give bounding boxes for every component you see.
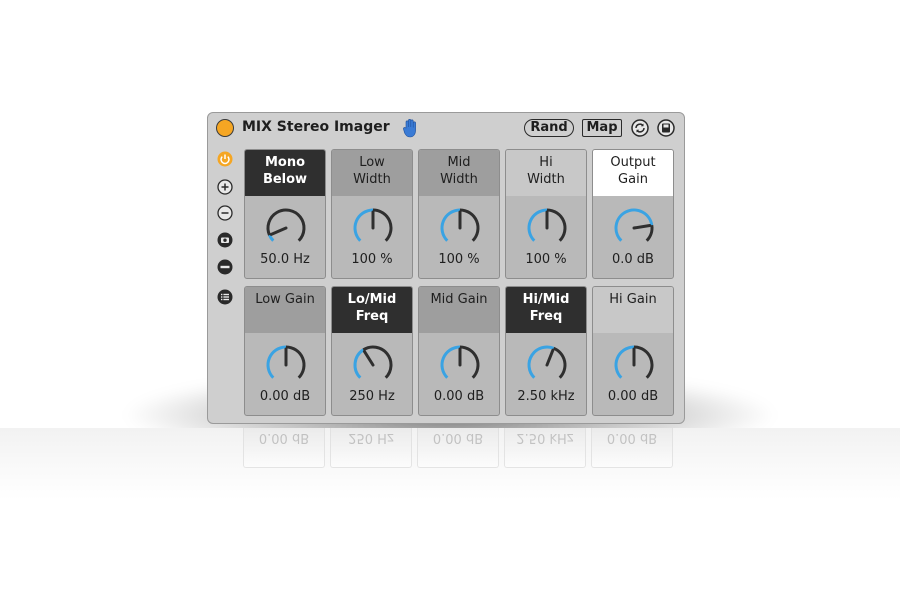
panel-value[interactable]: 0.00 dB	[593, 389, 673, 404]
knob-value-arc	[614, 345, 635, 379]
mono-below-knob[interactable]	[263, 205, 309, 251]
panel-title: Hi Gain	[593, 287, 673, 333]
knob-remainder-arc	[362, 345, 393, 379]
hand-icon[interactable]	[402, 118, 420, 138]
plus-icon[interactable]	[217, 179, 233, 195]
knob-remainder-arc	[633, 345, 654, 379]
hi-mid-freq-control: Hi/Mid Freq 2.50 kHz	[505, 286, 587, 416]
knob-pointer	[632, 223, 652, 230]
knob-remainder-arc	[372, 208, 393, 242]
hi-width-knob[interactable]	[524, 205, 570, 251]
reflection-panel: 0.00 dB	[243, 428, 325, 468]
list-icon[interactable]	[217, 289, 233, 305]
reflection-text: 0.00 dB	[258, 430, 310, 445]
panel-value[interactable]: 0.00 dB	[419, 389, 499, 404]
panel-value[interactable]: 250 Hz	[332, 389, 412, 404]
panel-value[interactable]: 2.50 kHz	[506, 389, 586, 404]
panel-value[interactable]: 100 %	[332, 252, 412, 267]
knob-remainder-arc	[459, 345, 480, 379]
device-title-bar: MIX Stereo Imager Rand Map	[208, 113, 684, 143]
hi-gain-knob[interactable]	[611, 342, 657, 388]
save-icon[interactable]	[657, 119, 675, 137]
reflection-text: 0.00 dB	[606, 430, 658, 445]
reflection-panel: 0.00 dB	[591, 428, 673, 468]
lo-mid-freq-control: Lo/Mid Freq 250 Hz	[331, 286, 413, 416]
output-gain-knob[interactable]	[611, 205, 657, 251]
knob-remainder-arc	[285, 345, 306, 379]
knob-value-arc	[268, 234, 275, 242]
panel-title: Output Gain	[593, 150, 673, 196]
output-gain-control: Output Gain 0.0 dB	[592, 149, 674, 279]
knob-value-arc	[266, 345, 287, 379]
hi-gain-control: Hi Gain 0.00 dB	[592, 286, 674, 416]
panel-title: Low Gain	[245, 287, 325, 333]
knob-value-arc	[440, 345, 461, 379]
device-title: MIX Stereo Imager	[242, 119, 390, 135]
device-power-button[interactable]	[216, 119, 234, 137]
panel-value[interactable]: 0.0 dB	[593, 252, 673, 267]
rand-button[interactable]: Rand	[524, 119, 574, 137]
stereo-imager-device: MIX Stereo Imager Rand Map Mono Below 50…	[207, 112, 685, 424]
mid-width-control: Mid Width 100 %	[418, 149, 500, 279]
reflection-text: 0.00 dB	[432, 430, 484, 445]
knob-remainder-arc	[266, 208, 306, 242]
power-icon[interactable]	[217, 151, 233, 167]
knob-remainder-arc	[459, 208, 480, 242]
reflection-text: 250 Hz	[348, 430, 394, 445]
knob-pointer	[269, 226, 288, 236]
low-width-knob[interactable]	[350, 205, 396, 251]
hi-width-control: Hi Width 100 %	[505, 149, 587, 279]
knob-pointer	[362, 349, 375, 367]
mono-below-control: Mono Below 50.0 Hz	[244, 149, 326, 279]
low-gain-knob[interactable]	[263, 342, 309, 388]
panel-title: Hi Width	[506, 150, 586, 196]
knob-value-arc	[527, 345, 555, 379]
stage: MIX Stereo Imager Rand Map Mono Below 50…	[0, 0, 900, 600]
knob-remainder-arc	[552, 346, 567, 379]
knob-remainder-arc	[546, 208, 567, 242]
panel-title: Mono Below	[245, 150, 325, 196]
knob-pointer	[545, 348, 555, 367]
knob-value-arc	[440, 208, 461, 242]
knob-remainder-arc	[645, 224, 654, 242]
knob-value-arc	[353, 208, 374, 242]
low-width-control: Low Width 100 %	[331, 149, 413, 279]
collapse-icon[interactable]	[217, 259, 233, 275]
hi-mid-freq-knob[interactable]	[524, 342, 570, 388]
minus-icon[interactable]	[217, 205, 233, 221]
panel-title: Low Width	[332, 150, 412, 196]
panel-title: Mid Width	[419, 150, 499, 196]
reflection-text: 2.50 kHz	[516, 430, 574, 445]
reflection-panel: 0.00 dB	[417, 428, 499, 468]
lo-mid-freq-knob[interactable]	[350, 342, 396, 388]
knob-value-arc	[527, 208, 548, 242]
panel-value[interactable]: 0.00 dB	[245, 389, 325, 404]
mid-width-knob[interactable]	[437, 205, 483, 251]
knob-value-arc	[353, 348, 365, 379]
panel-title: Hi/Mid Freq	[506, 287, 586, 333]
snapshot-icon[interactable]	[217, 232, 233, 248]
refresh-icon[interactable]	[631, 119, 649, 137]
panel-value[interactable]: 100 %	[506, 252, 586, 267]
mid-gain-knob[interactable]	[437, 342, 483, 388]
reflection-panel: 250 Hz	[330, 428, 412, 468]
reflection-panel: 2.50 kHz	[504, 428, 586, 468]
low-gain-control: Low Gain 0.00 dB	[244, 286, 326, 416]
map-button[interactable]: Map	[582, 119, 622, 137]
mid-gain-control: Mid Gain 0.00 dB	[418, 286, 500, 416]
panel-value[interactable]: 100 %	[419, 252, 499, 267]
panel-title: Mid Gain	[419, 287, 499, 333]
panel-title: Lo/Mid Freq	[332, 287, 412, 333]
device-reflection: 0.00 dB 250 Hz 0.00 dB 2.50 kHz 0.00 dB	[207, 428, 685, 468]
panel-value[interactable]: 50.0 Hz	[245, 252, 325, 267]
